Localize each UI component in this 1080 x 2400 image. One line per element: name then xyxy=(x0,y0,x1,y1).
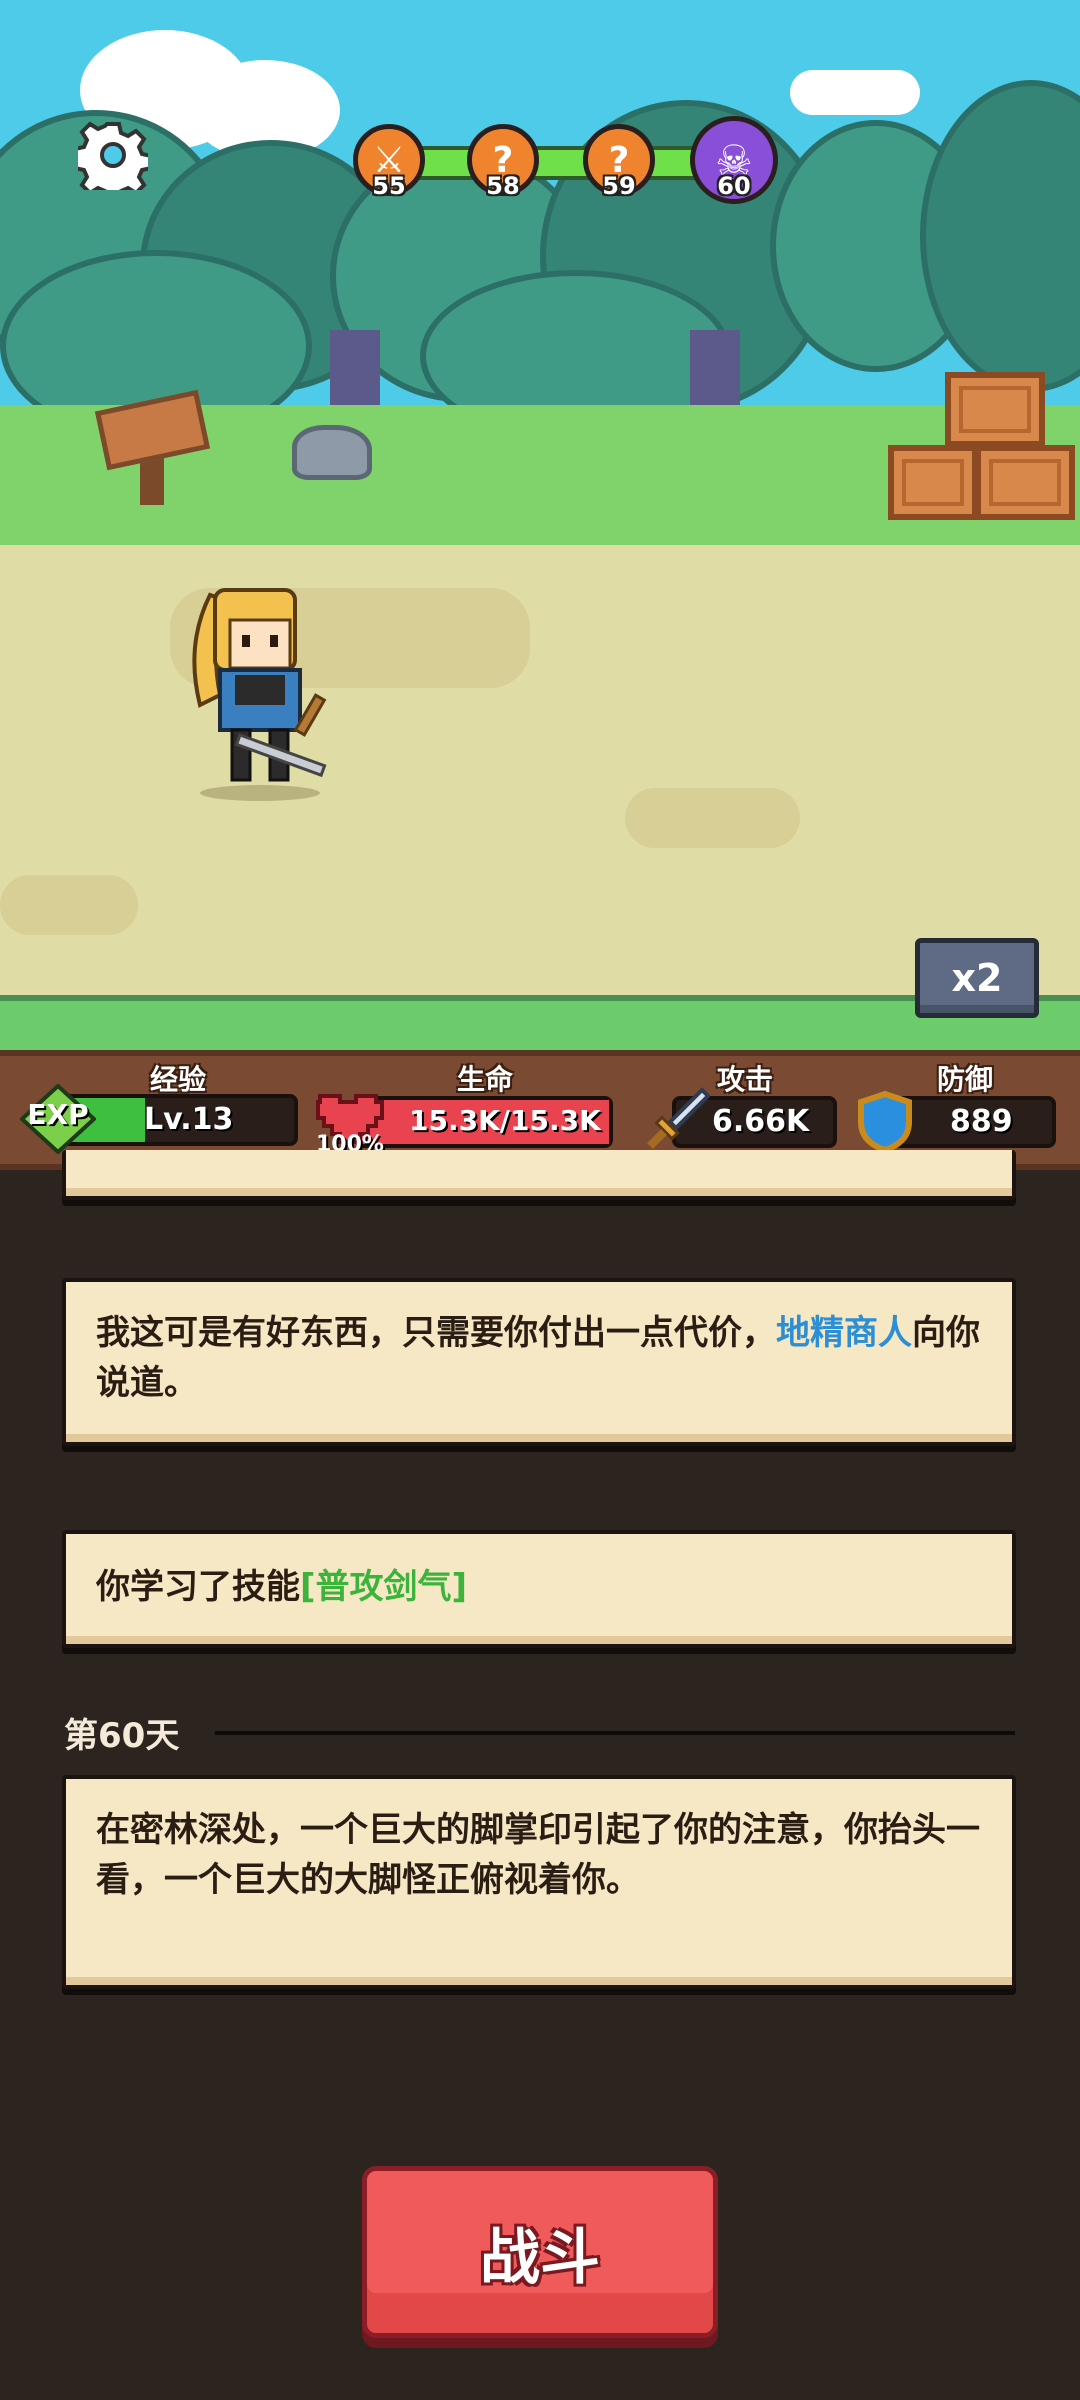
day-label: 第60天 xyxy=(64,1716,180,1756)
log-text-segment: 你学习了技能 xyxy=(96,1567,300,1607)
exp-badge-label: EXP xyxy=(27,1098,89,1131)
log-text-segment: 我这可是有好东西，只需要你付出一点代价， xyxy=(96,1313,776,1353)
log-entry-text: 你学习了技能[普攻剑气] xyxy=(96,1562,996,1612)
level-text: Lv.13 xyxy=(144,1102,234,1137)
hp-title: 生命 xyxy=(456,1063,513,1096)
shield-icon xyxy=(855,1090,915,1154)
atk-value: 6.66K xyxy=(712,1104,810,1139)
hp-bar: 15.3K/15.3K xyxy=(355,1096,613,1148)
cloud xyxy=(790,70,920,115)
battle-scene: ⚔ 55 ? 58 ? 59 ☠ 60 x2 xyxy=(0,0,1080,1050)
def-title: 防御 xyxy=(936,1063,993,1096)
dirt-road xyxy=(0,545,1080,995)
exp-title: 经验 xyxy=(149,1063,206,1096)
hero-character xyxy=(180,575,340,805)
stage-progress-track xyxy=(390,146,728,180)
settings-gear-icon[interactable] xyxy=(73,120,153,202)
road-patch xyxy=(0,875,138,935)
rock xyxy=(292,425,372,480)
stage-node-label: 60 xyxy=(717,172,751,200)
stage-node-label: 58 xyxy=(486,172,520,200)
fight-button-label: 战斗 xyxy=(480,2222,600,2293)
log-entry: 你学习了技能[普攻剑气] xyxy=(62,1530,1016,1648)
sword-icon xyxy=(640,1086,711,1156)
fight-button[interactable]: 战斗 xyxy=(362,2166,718,2338)
log-entry: 我这可是有好东西，只需要你付出一点代价，地精商人向你说道。 xyxy=(62,1278,1016,1446)
hp-value: 15.3K/15.3K xyxy=(409,1104,601,1137)
crate xyxy=(945,372,1045,447)
log-entry: 在密林深处，一个巨大的脚掌印引起了你的注意，你抬头一看，一个巨大的大脚怪正俯视着… xyxy=(62,1775,1016,1989)
exp-badge-icon: EXP xyxy=(19,1083,97,1155)
crate xyxy=(888,445,978,520)
crate xyxy=(975,445,1075,520)
speed-toggle-button[interactable]: x2 xyxy=(915,938,1039,1018)
day-divider xyxy=(215,1731,1015,1735)
stage-node-label: 59 xyxy=(602,172,636,200)
road-patch xyxy=(625,788,800,848)
skill-name-link[interactable]: [普攻剑气] xyxy=(300,1567,467,1607)
stage-node-label: 55 xyxy=(372,172,406,200)
def-value: 889 xyxy=(950,1104,1013,1139)
log-entry-text: 在密林深处，一个巨大的脚掌印引起了你的注意，你抬头一看，一个巨大的大脚怪正俯视着… xyxy=(96,1810,980,1900)
npc-name-link[interactable]: 地精商人 xyxy=(776,1313,912,1353)
log-card-partial xyxy=(62,1150,1016,1200)
log-entry-text: 我这可是有好东西，只需要你付出一点代价，地精商人向你说道。 xyxy=(96,1308,996,1408)
